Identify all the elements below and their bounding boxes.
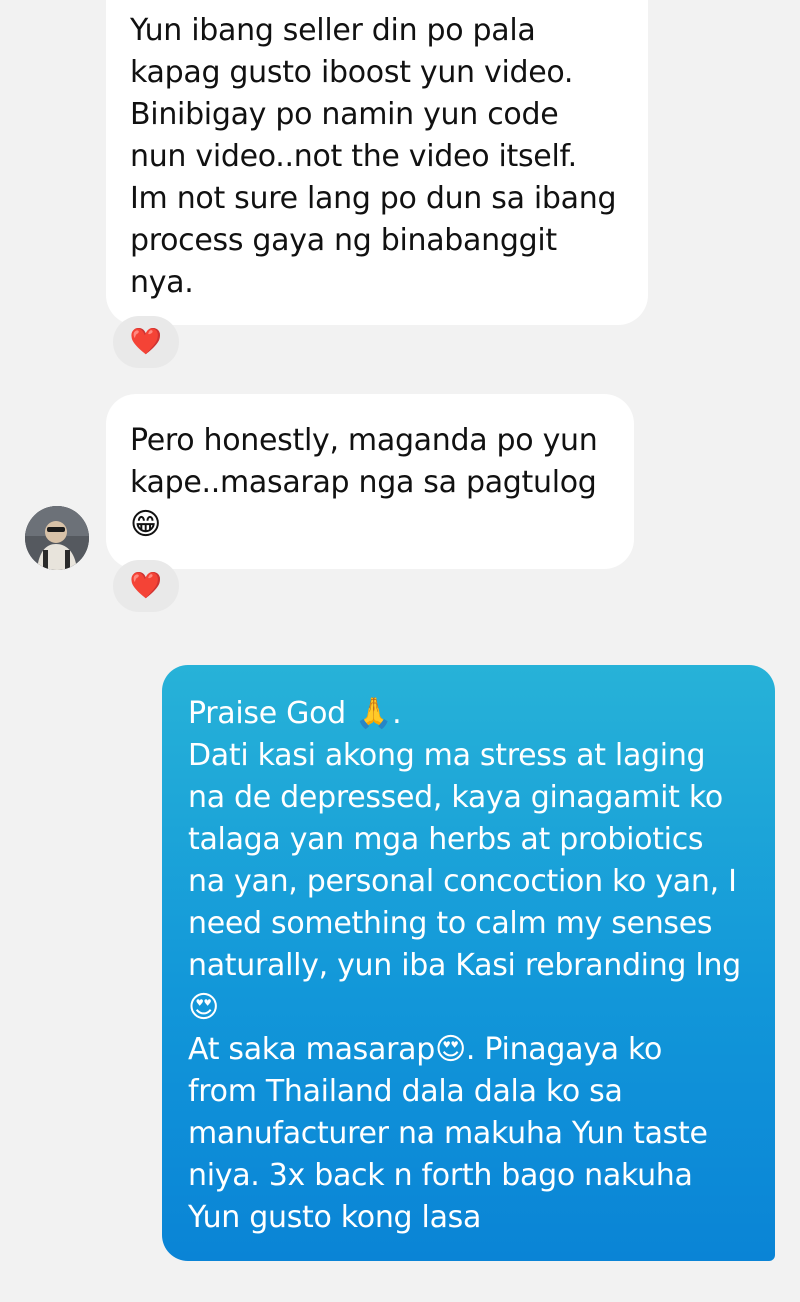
message-line: Pero honestly, maganda po yun — [130, 423, 598, 458]
outgoing-message-bubble[interactable]: Praise God 🙏. Dati kasi akong ma stress … — [162, 665, 775, 1261]
message-line: Binibigay po namin yun code — [130, 97, 559, 132]
person-avatar-icon — [25, 506, 89, 570]
message-line: niya. 3x back n forth bago nakuha — [188, 1158, 693, 1193]
message-text: Yun ibang seller din po pala kapag gusto… — [130, 10, 617, 304]
heart-reaction[interactable]: ❤️ — [113, 560, 179, 612]
message-line: process gaya ng binabanggit — [130, 223, 557, 258]
heart-icon: ❤️ — [129, 327, 163, 357]
incoming-message-bubble[interactable]: Pero honestly, maganda po yun kape..masa… — [106, 394, 634, 569]
message-line: from Thailand dala dala ko sa — [188, 1074, 623, 1109]
message-line: kapag gusto iboost yun video. — [130, 55, 574, 90]
message-line: At saka masarap😍. Pinagaya ko — [188, 1032, 663, 1067]
grinning-emoji: 😁 — [130, 507, 161, 542]
message-line: Dati kasi akong ma stress at laging — [188, 738, 706, 773]
message-text: Pero honestly, maganda po yun kape..masa… — [130, 420, 598, 546]
heart-eyes-emoji: 😍 — [188, 990, 219, 1025]
message-line: Yun gusto kong lasa — [188, 1200, 482, 1235]
message-line: naturally, yun iba Kasi rebranding lng — [188, 948, 741, 983]
message-line: Im not sure lang po dun sa ibang — [130, 181, 617, 216]
message-line: na yan, personal concoction ko yan, I — [188, 864, 737, 899]
message-line: Praise God 🙏. — [188, 696, 402, 731]
message-line: need something to calm my senses — [188, 906, 713, 941]
incoming-message-bubble[interactable]: Yun ibang seller din po pala kapag gusto… — [106, 0, 648, 325]
message-line: talaga yan mga herbs at probiotics — [188, 822, 704, 857]
heart-icon: ❤️ — [129, 571, 163, 601]
message-line: nya. — [130, 265, 194, 300]
message-line: kape..masarap nga sa pagtulog — [130, 465, 597, 500]
message-line: nun video..not the video itself. — [130, 139, 577, 174]
heart-reaction[interactable]: ❤️ — [113, 316, 179, 368]
message-line: manufacturer na makuha Yun taste — [188, 1116, 708, 1151]
message-text: Praise God 🙏. Dati kasi akong ma stress … — [188, 693, 741, 1239]
message-line: Yun ibang seller din po pala — [130, 13, 536, 48]
sender-avatar[interactable] — [25, 506, 89, 570]
message-line: na de depressed, kaya ginagamit ko — [188, 780, 723, 815]
